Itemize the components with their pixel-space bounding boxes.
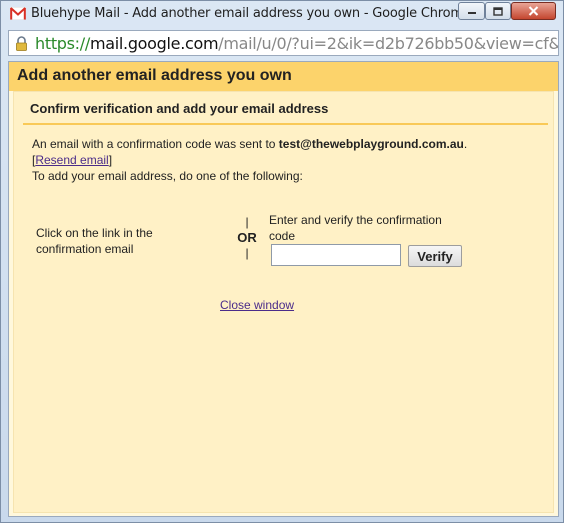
close-button[interactable] — [511, 2, 556, 20]
section-title: Confirm verification and add your email … — [30, 101, 329, 116]
section-divider — [23, 123, 548, 125]
url-scheme: https:// — [35, 34, 90, 53]
maximize-icon — [493, 6, 503, 16]
or-text: OR — [237, 230, 257, 245]
gmail-icon — [10, 7, 26, 20]
browser-window: Bluehype Mail - Add another email addres… — [0, 0, 564, 523]
url-path: /mail/u/0/?ui=2&ik=d2b726bb50&view=cf&cf… — [218, 34, 558, 53]
dialog-title: Add another email address you own — [17, 67, 292, 84]
or-bar-bottom: | — [245, 246, 249, 260]
or-separator: | OR | — [235, 215, 259, 261]
option-click-link-text: Click on the link in the confirmation em… — [36, 226, 153, 256]
maximize-button[interactable] — [485, 2, 511, 20]
confirmation-code-input[interactable] — [271, 244, 401, 266]
close-icon — [528, 6, 539, 16]
or-bar-top: | — [245, 215, 249, 229]
verify-button[interactable]: Verify — [408, 245, 462, 267]
confirmation-message: An email with a confirmation code was se… — [32, 136, 542, 184]
resend-email-link[interactable]: Resend email — [35, 153, 108, 167]
address-bar[interactable]: https://mail.google.com/mail/u/0/?ui=2&i… — [8, 30, 559, 56]
dialog-header: Add another email address you own — [9, 62, 558, 91]
option-code-label: Enter and verify the confirmation code — [269, 213, 442, 243]
target-email: test@thewebplayground.com.au — [278, 137, 464, 151]
url-text: https://mail.google.com/mail/u/0/?ui=2&i… — [35, 34, 558, 53]
close-window-link[interactable]: Close window — [220, 298, 294, 312]
resend-close-bracket: ] — [108, 153, 113, 167]
message-suffix: . — [463, 137, 468, 151]
title-bar: Bluehype Mail - Add another email addres… — [1, 1, 563, 27]
url-host: mail.google.com — [89, 34, 219, 53]
message-prefix: An email with a confirmation code was se… — [32, 137, 279, 151]
minimize-button[interactable] — [458, 2, 485, 20]
dialog-body: Confirm verification and add your email … — [13, 91, 554, 513]
window-title: Bluehype Mail - Add another email addres… — [31, 6, 471, 21]
instruction-text: To add your email address, do one of the… — [32, 169, 303, 183]
page-content: Add another email address you own Confir… — [8, 61, 559, 517]
lock-icon — [16, 36, 27, 51]
minimize-icon — [467, 12, 476, 14]
